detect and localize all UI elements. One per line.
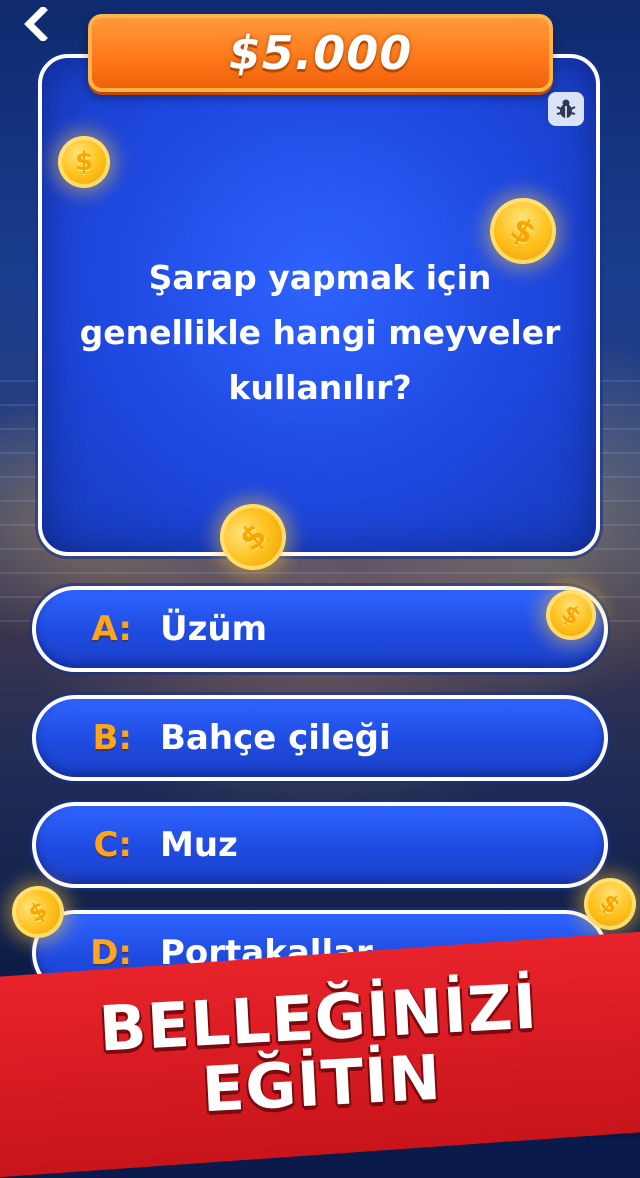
answer-letter: C:: [93, 825, 132, 865]
answer-option-b[interactable]: B: Bahçe çileği: [32, 695, 608, 781]
answer-text: Bahçe çileği: [160, 718, 391, 758]
answer-letter: B:: [92, 718, 132, 758]
prize-banner: $5.000: [88, 14, 553, 92]
back-button[interactable]: [16, 4, 56, 44]
answer-text: Üzüm: [160, 609, 268, 649]
chevron-left-icon: [24, 7, 48, 41]
answer-text: Muz: [160, 825, 238, 865]
dollar-coin-icon: $: [58, 136, 110, 188]
bug-icon: [556, 99, 576, 118]
answer-letter: D:: [90, 933, 132, 973]
prize-amount: $5.000: [228, 26, 413, 80]
answer-option-c[interactable]: C: Muz: [32, 802, 608, 888]
report-bug-button[interactable]: [548, 92, 584, 126]
question-text: Şarap yapmak için genellikle hangi meyve…: [79, 258, 561, 407]
answer-letter: A:: [91, 609, 132, 649]
answer-option-a[interactable]: A: Üzüm: [32, 586, 608, 672]
